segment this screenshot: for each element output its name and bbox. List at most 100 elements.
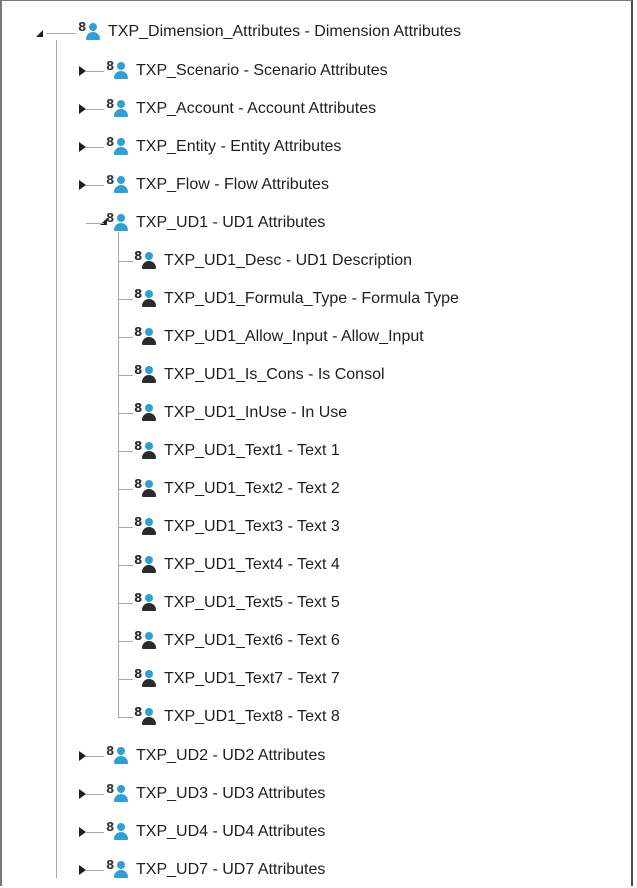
user-icon: 8 bbox=[134, 629, 158, 651]
user-icon: 8 bbox=[134, 705, 158, 727]
tree-node-label: TXP_UD1_Text4 - Text 4 bbox=[164, 556, 340, 573]
tree-node-label: TXP_UD1 - UD1 Attributes bbox=[136, 214, 326, 231]
tree-node-root[interactable]: 8 TXP_Dimension_Attributes - Dimension A… bbox=[78, 19, 461, 45]
user-group-icon: 8 bbox=[106, 858, 130, 880]
user-icon: 8 bbox=[134, 515, 158, 537]
tree-node-label: TXP_UD2 - UD2 Attributes bbox=[136, 747, 326, 764]
tree-node-label: TXP_Flow - Flow Attributes bbox=[136, 176, 329, 193]
tree-leaf-ud1-text8[interactable]: 8 TXP_UD1_Text8 - Text 8 bbox=[134, 704, 340, 730]
user-icon: 8 bbox=[134, 667, 158, 689]
expand-toggle[interactable] bbox=[79, 104, 86, 114]
tree-node-flow[interactable]: 8 TXP_Flow - Flow Attributes bbox=[106, 172, 329, 198]
tree-connector-line bbox=[86, 756, 104, 757]
tree-leaf-ud1-allow-input[interactable]: 8 TXP_UD1_Allow_Input - Allow_Input bbox=[134, 324, 424, 350]
user-group-icon: 8 bbox=[106, 135, 130, 157]
tree-node-label: TXP_UD1_Text8 - Text 8 bbox=[164, 708, 340, 725]
user-icon: 8 bbox=[134, 553, 158, 575]
tree-connector-line bbox=[119, 679, 133, 680]
tree-leaf-ud1-text1[interactable]: 8 TXP_UD1_Text1 - Text 1 bbox=[134, 438, 340, 464]
tree-leaf-ud1-desc[interactable]: 8 TXP_UD1_Desc - UD1 Description bbox=[134, 248, 412, 274]
tree-node-label: TXP_UD1_Text5 - Text 5 bbox=[164, 594, 340, 611]
user-icon: 8 bbox=[134, 363, 158, 385]
tree-leaf-ud1-formula-type[interactable]: 8 TXP_UD1_Formula_Type - Formula Type bbox=[134, 286, 459, 312]
tree-connector-line bbox=[119, 337, 133, 338]
tree-node-ud7[interactable]: 8 TXP_UD7 - UD7 Attributes bbox=[106, 857, 325, 883]
expand-toggle[interactable] bbox=[79, 827, 86, 837]
dimension-attributes-tree: 8 TXP_Dimension_Attributes - Dimension A… bbox=[0, 0, 633, 888]
tree-node-account[interactable]: 8 TXP_Account - Account Attributes bbox=[106, 96, 376, 122]
user-icon: 8 bbox=[134, 325, 158, 347]
user-group-icon: 8 bbox=[106, 211, 130, 233]
expand-toggle[interactable] bbox=[79, 865, 86, 875]
tree-connector-line bbox=[86, 794, 104, 795]
tree-node-ud2[interactable]: 8 TXP_UD2 - UD2 Attributes bbox=[106, 743, 325, 769]
tree-node-label: TXP_UD1_Text3 - Text 3 bbox=[164, 518, 340, 535]
tree-node-label: TXP_UD1_Text1 - Text 1 bbox=[164, 442, 340, 459]
tree-leaf-ud1-text6[interactable]: 8 TXP_UD1_Text6 - Text 6 bbox=[134, 628, 340, 654]
tree-node-label: TXP_UD3 - UD3 Attributes bbox=[136, 785, 326, 802]
tree-leaf-ud1-text7[interactable]: 8 TXP_UD1_Text7 - Text 7 bbox=[134, 666, 340, 692]
tree-connector-line bbox=[56, 40, 57, 878]
tree-node-ud4[interactable]: 8 TXP_UD4 - UD4 Attributes bbox=[106, 819, 325, 845]
tree-leaf-ud1-text5[interactable]: 8 TXP_UD1_Text5 - Text 5 bbox=[134, 590, 340, 616]
tree-connector-line bbox=[119, 603, 133, 604]
user-icon: 8 bbox=[134, 439, 158, 461]
user-group-icon: 8 bbox=[106, 820, 130, 842]
tree-connector-line bbox=[86, 147, 104, 148]
user-icon: 8 bbox=[134, 401, 158, 423]
tree-node-ud1[interactable]: 8 TXP_UD1 - UD1 Attributes bbox=[106, 210, 325, 236]
tree-connector-line bbox=[119, 261, 133, 262]
tree-node-label: TXP_UD7 - UD7 Attributes bbox=[136, 861, 326, 878]
tree-connector-line bbox=[86, 71, 104, 72]
tree-node-label: TXP_UD1_InUse - In Use bbox=[164, 404, 348, 421]
tree-connector-line bbox=[119, 413, 133, 414]
tree-node-label: TXP_UD1_Allow_Input - Allow_Input bbox=[164, 328, 424, 345]
tree-leaf-ud1-text3[interactable]: 8 TXP_UD1_Text3 - Text 3 bbox=[134, 514, 340, 540]
tree-connector-line bbox=[119, 527, 133, 528]
tree-node-ud3[interactable]: 8 TXP_UD3 - UD3 Attributes bbox=[106, 781, 325, 807]
tree-node-label: TXP_UD1_Is_Cons - Is Consol bbox=[164, 366, 385, 383]
tree-node-label: TXP_Scenario - Scenario Attributes bbox=[136, 62, 388, 79]
tree-node-label: TXP_Account - Account Attributes bbox=[136, 100, 377, 117]
user-icon: 8 bbox=[134, 249, 158, 271]
expand-toggle[interactable] bbox=[79, 180, 86, 190]
tree-connector-line bbox=[119, 641, 133, 642]
tree-node-label: TXP_Dimension_Attributes - Dimension Att… bbox=[108, 23, 462, 40]
expand-toggle[interactable] bbox=[79, 66, 86, 76]
tree-connector-line bbox=[86, 109, 104, 110]
tree-connector-line bbox=[118, 232, 119, 718]
tree-leaf-ud1-text2[interactable]: 8 TXP_UD1_Text2 - Text 2 bbox=[134, 476, 340, 502]
tree-node-label: TXP_UD4 - UD4 Attributes bbox=[136, 823, 326, 840]
tree-leaf-ud1-text4[interactable]: 8 TXP_UD1_Text4 - Text 4 bbox=[134, 552, 340, 578]
tree-connector-line bbox=[119, 299, 133, 300]
user-icon: 8 bbox=[134, 287, 158, 309]
tree-connector-line bbox=[86, 870, 104, 871]
tree-connector-line bbox=[119, 375, 133, 376]
tree-node-scenario[interactable]: 8 TXP_Scenario - Scenario Attributes bbox=[106, 58, 388, 84]
tree-connector-line bbox=[119, 451, 133, 452]
tree-node-entity[interactable]: 8 TXP_Entity - Entity Attributes bbox=[106, 134, 341, 160]
tree-node-label: TXP_UD1_Desc - UD1 Description bbox=[164, 252, 413, 269]
tree-connector-line bbox=[119, 717, 133, 718]
tree-leaf-ud1-is-cons[interactable]: 8 TXP_UD1_Is_Cons - Is Consol bbox=[134, 362, 385, 388]
tree-connector-line bbox=[119, 565, 133, 566]
user-icon: 8 bbox=[134, 477, 158, 499]
tree-connector-line bbox=[86, 185, 104, 186]
root-collapse-toggle[interactable] bbox=[36, 30, 43, 37]
expand-toggle[interactable] bbox=[79, 751, 86, 761]
user-icon: 8 bbox=[134, 591, 158, 613]
tree-connector-line bbox=[86, 832, 104, 833]
expand-toggle[interactable] bbox=[79, 142, 86, 152]
user-group-icon: 8 bbox=[106, 782, 130, 804]
tree-node-label: TXP_UD1_Text7 - Text 7 bbox=[164, 670, 340, 687]
tree-node-label: TXP_UD1_Text2 - Text 2 bbox=[164, 480, 340, 497]
tree-node-label: TXP_Entity - Entity Attributes bbox=[136, 138, 342, 155]
user-group-icon: 8 bbox=[78, 20, 102, 42]
tree-node-label: TXP_UD1_Formula_Type - Formula Type bbox=[164, 290, 459, 307]
user-group-icon: 8 bbox=[106, 59, 130, 81]
user-group-icon: 8 bbox=[106, 744, 130, 766]
expand-toggle[interactable] bbox=[79, 789, 86, 799]
tree-leaf-ud1-inuse[interactable]: 8 TXP_UD1_InUse - In Use bbox=[134, 400, 347, 426]
user-group-icon: 8 bbox=[106, 173, 130, 195]
user-group-icon: 8 bbox=[106, 97, 130, 119]
